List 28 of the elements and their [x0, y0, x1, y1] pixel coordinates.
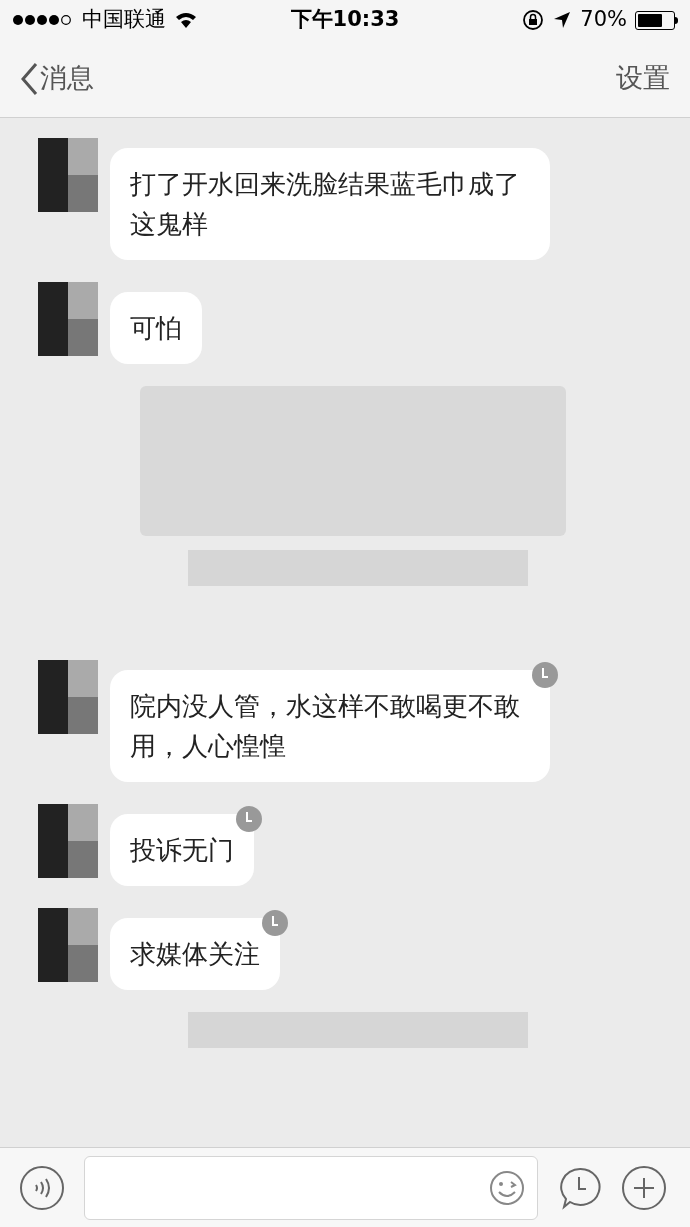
message-bubble: 投诉无门: [110, 814, 254, 886]
signal-icon: [12, 13, 74, 27]
location-arrow-icon: [552, 10, 573, 30]
sound-waves-icon: [32, 1176, 52, 1199]
wifi-icon: [174, 11, 198, 29]
avatar[interactable]: [38, 660, 98, 734]
back-button[interactable]: 消息: [20, 58, 94, 99]
carrier-name: 中国联通: [82, 6, 166, 34]
add-button[interactable]: [622, 1165, 666, 1210]
back-chevron-icon: [20, 61, 38, 96]
message-bubble: 院内没人管，水这样不敢喝更不敢用，人心惶惶: [110, 670, 550, 782]
message-bubble: 打了开水回来洗脸结果蓝毛巾成了这鬼样: [110, 148, 550, 260]
message-input-field[interactable]: [84, 1155, 538, 1220]
emoji-icon[interactable]: [489, 1169, 525, 1206]
settings-button[interactable]: 设置: [616, 58, 670, 99]
avatar[interactable]: [38, 804, 98, 878]
voice-button[interactable]: [20, 1165, 64, 1210]
plus-icon: [633, 1176, 655, 1199]
avatar[interactable]: [38, 138, 98, 212]
message-bubble: 求媒体关注: [110, 918, 280, 990]
rotation-lock-icon: [522, 9, 545, 31]
chat-clock-icon[interactable]: [558, 1165, 602, 1210]
battery-icon: [635, 10, 678, 30]
clock-time: 下午10:33: [290, 6, 400, 34]
battery-percent: 70%: [580, 6, 627, 34]
message-bubble: 可怕: [110, 292, 202, 364]
avatar[interactable]: [38, 282, 98, 356]
avatar[interactable]: [38, 908, 98, 982]
